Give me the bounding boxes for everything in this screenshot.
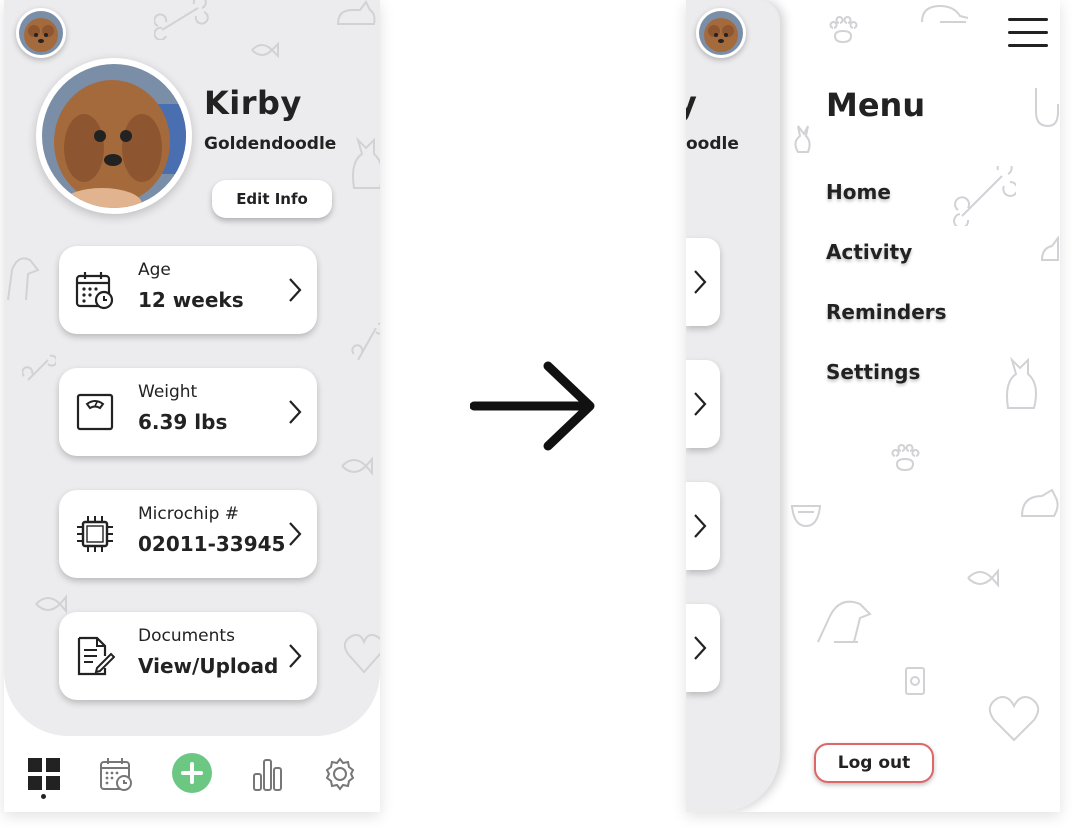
menu-item-reminders[interactable]: Reminders [826, 300, 947, 324]
add-button[interactable] [172, 753, 212, 793]
document-edit-icon [77, 636, 115, 676]
calendar-clock-icon [75, 272, 114, 310]
pet-photo[interactable] [36, 58, 192, 214]
menu-title: Menu [826, 86, 926, 124]
pet-breed-fragment: oodle [686, 134, 739, 154]
pet-name: Kirby [204, 84, 302, 122]
chevron-right-icon [289, 278, 302, 302]
food-bowl-deco-icon [790, 505, 822, 528]
age-label: Age [138, 260, 171, 280]
avatar-small[interactable] [16, 8, 66, 58]
chevron-right-icon [694, 636, 707, 660]
rat-deco-icon [921, 4, 969, 23]
hamburger-line [1008, 18, 1048, 21]
profile-peek-panel [686, 0, 780, 812]
profile-screen: Kirby Goldendoodle Edit Info Age 12 week… [4, 0, 380, 812]
age-value: 12 weeks [138, 288, 244, 312]
microchip-card-stub[interactable] [686, 482, 720, 570]
microchip-icon [77, 516, 113, 552]
menu-item-activity[interactable]: Activity [826, 240, 912, 264]
rat-deco-icon [1020, 488, 1059, 517]
fish-deco-icon [967, 568, 999, 588]
chevron-right-icon [694, 514, 707, 538]
pet-breed: Goldendoodle [204, 134, 337, 154]
weight-label: Weight [138, 382, 198, 402]
menu-toggle-button[interactable] [1008, 18, 1048, 48]
heart-deco-icon [344, 633, 380, 674]
documents-card[interactable]: Documents View/Upload [59, 612, 317, 700]
microchip-value: 02011-33945 [138, 532, 286, 556]
age-card[interactable]: Age 12 weeks [59, 246, 317, 334]
calendar-icon[interactable] [98, 756, 134, 792]
cat-deco-icon [1040, 236, 1059, 261]
avatar-small[interactable] [696, 8, 746, 58]
bone-deco-icon [953, 166, 1016, 226]
plus-icon [181, 762, 203, 784]
hamburger-line [1008, 31, 1048, 34]
bone-deco-icon [22, 354, 56, 381]
dog-deco-icon [7, 257, 40, 301]
settings-icon[interactable] [322, 756, 358, 792]
weight-card-stub[interactable] [686, 360, 720, 448]
menu-item-settings[interactable]: Settings [826, 360, 920, 384]
bottom-navigation [4, 740, 380, 812]
paw-deco-icon [829, 16, 858, 44]
heart-deco-icon [988, 696, 1040, 742]
chevron-right-icon [694, 392, 707, 416]
bone-deco-icon [351, 322, 380, 361]
pet-name-fragment: y [686, 84, 697, 122]
documents-value: View/Upload [138, 654, 279, 678]
fish-deco-icon [251, 41, 279, 59]
weight-value: 6.39 lbs [138, 410, 228, 434]
stats-icon[interactable] [250, 756, 286, 792]
documents-label: Documents [138, 626, 235, 646]
logout-button[interactable]: Log out [814, 743, 934, 783]
fish-deco-icon [341, 456, 373, 476]
active-indicator [41, 794, 46, 799]
rabbit-deco-icon [794, 125, 811, 153]
chevron-right-icon [289, 644, 302, 668]
cat-deco-icon [336, 0, 376, 25]
hamburger-line [1008, 44, 1048, 47]
stethoscope-deco-icon [1035, 88, 1059, 128]
bone-deco-icon [154, 0, 209, 40]
fish-deco-icon [35, 594, 67, 614]
dog-deco-icon [817, 600, 872, 643]
dashboard-icon[interactable] [26, 756, 62, 792]
cat-sitting-deco-icon [352, 136, 380, 189]
edit-info-button[interactable]: Edit Info [212, 180, 332, 218]
microchip-label: Microchip # [138, 504, 240, 524]
weight-card[interactable]: Weight 6.39 lbs [59, 368, 317, 456]
chevron-right-icon [289, 522, 302, 546]
menu-item-home[interactable]: Home [826, 180, 891, 204]
age-card-stub[interactable] [686, 238, 720, 326]
microchip-card[interactable]: Microchip # 02011-33945 [59, 490, 317, 578]
documents-card-stub[interactable] [686, 604, 720, 692]
scale-icon [76, 393, 114, 431]
cat-sitting-deco-icon [1006, 356, 1037, 409]
chevron-right-icon [289, 400, 302, 424]
menu-screen: y oodle Menu Home Activity Reminders Set… [686, 0, 1060, 812]
chevron-right-icon [694, 270, 707, 294]
arrow-right-icon [470, 361, 595, 451]
food-bag-deco-icon [905, 667, 925, 695]
paw-deco-icon [891, 444, 920, 472]
